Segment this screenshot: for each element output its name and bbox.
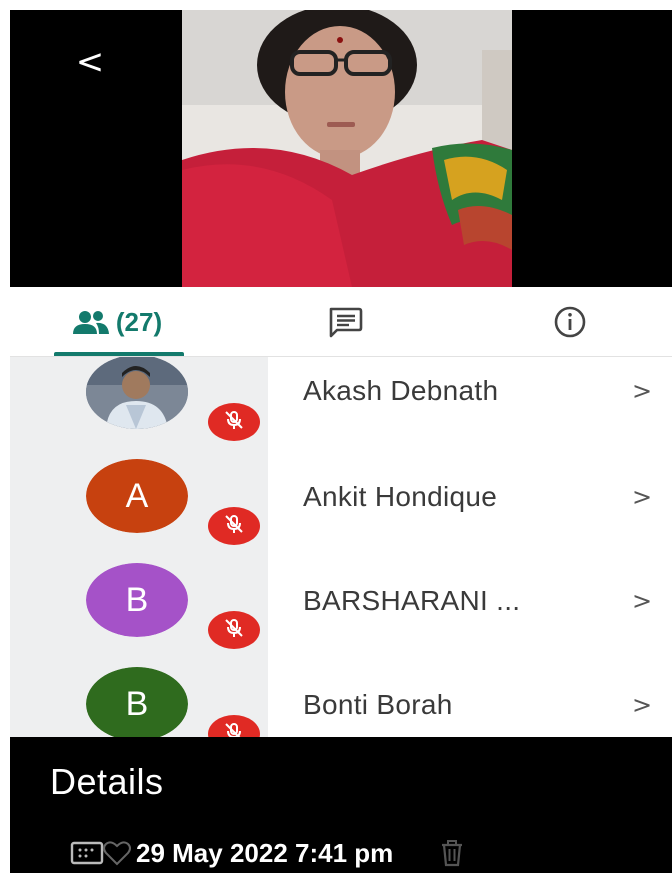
tab-info[interactable] <box>525 287 615 357</box>
participant-name: Ankit Hondique <box>303 481 498 512</box>
heart-icon[interactable] <box>102 840 132 866</box>
chat-icon <box>327 306 363 338</box>
avatar: B <box>86 563 188 637</box>
chevron-right-icon: > <box>632 587 653 615</box>
avatar-letter: B <box>125 684 149 723</box>
avatar <box>86 357 188 429</box>
trash-icon[interactable] <box>439 839 465 867</box>
mic-off-icon <box>223 409 245 436</box>
info-icon <box>553 305 587 339</box>
tab-participants[interactable]: (27) <box>50 287 184 357</box>
avatar: B <box>86 667 188 737</box>
active-tab-indicator <box>54 352 184 356</box>
chevron-right-icon: > <box>632 377 653 405</box>
mic-off-icon <box>223 617 245 644</box>
video-area: < <box>10 10 672 287</box>
details-toolbar: 29 May 2022 7:41 pm <box>70 833 465 873</box>
participant-video[interactable] <box>182 10 512 287</box>
mic-off-badge <box>208 507 260 545</box>
mic-off-icon <box>223 513 245 540</box>
chevron-right-icon: > <box>632 691 653 719</box>
participant-name: BARSHARANI ... <box>303 585 521 616</box>
image-icon[interactable] <box>70 840 104 866</box>
people-icon <box>72 309 110 335</box>
participant-count: (27) <box>115 306 163 337</box>
list-item[interactable]: B Bonti Borah > <box>10 667 672 737</box>
list-item[interactable]: A Ankit Hondique > <box>10 459 672 566</box>
details-panel: Details 29 May 2022 7:41 pm <box>10 737 672 873</box>
list-item[interactable]: B BARSHARANI ... > <box>10 563 672 670</box>
mic-off-badge <box>208 403 260 441</box>
tab-chat[interactable] <box>300 287 390 357</box>
mic-off-badge <box>208 611 260 649</box>
mic-off-badge <box>208 715 260 737</box>
avatar-letter: B <box>125 580 149 619</box>
mic-off-icon <box>223 721 245 737</box>
avatar: A <box>86 459 188 533</box>
list-item[interactable]: Akash Debnath > <box>10 357 672 462</box>
participant-name: Bonti Borah <box>303 689 453 720</box>
participant-name: Akash Debnath <box>303 375 499 406</box>
participant-list[interactable]: Akash Debnath > A Ankit Hondique > B BAR… <box>10 357 672 737</box>
chevron-right-icon: > <box>632 483 653 511</box>
details-title: Details <box>50 761 164 802</box>
back-button[interactable]: < <box>66 38 114 86</box>
avatar-letter: A <box>125 476 149 515</box>
tab-bar: (27) <box>10 287 672 357</box>
meeting-datetime: 29 May 2022 7:41 pm <box>136 837 394 868</box>
video-frame <box>182 10 512 287</box>
chevron-left-icon: < <box>75 42 105 82</box>
